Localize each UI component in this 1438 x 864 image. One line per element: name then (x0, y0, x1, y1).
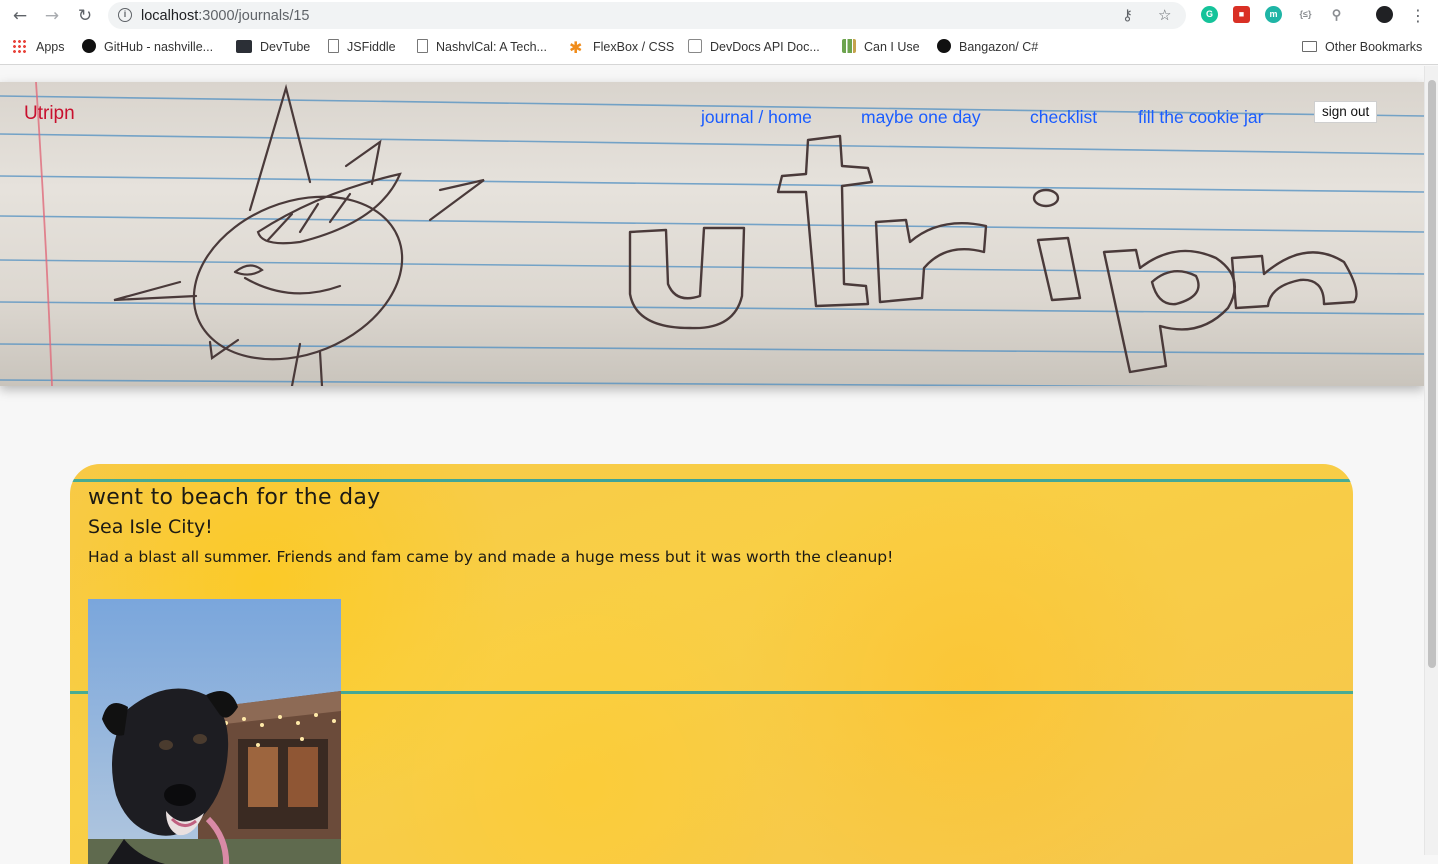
caniuse-icon (842, 39, 856, 53)
brand-logo[interactable]: Utripn (24, 103, 75, 125)
nav-checklist[interactable]: checklist (1030, 107, 1097, 128)
bookmark-devdocs[interactable]: DevDocs API Doc... (688, 39, 820, 55)
nav-journal-home[interactable]: journal / home (701, 107, 812, 128)
url-text[interactable]: localhost:3000/journals/15 (141, 8, 309, 24)
devtube-icon (236, 40, 252, 53)
asterisk-icon: ✱ (569, 38, 583, 57)
url-path: :3000/journals/15 (198, 8, 310, 24)
github-icon (937, 39, 951, 53)
menu-kebab-icon[interactable]: ⋮ (1407, 5, 1429, 27)
devdocs-icon (688, 39, 702, 53)
bookmarks-bar: Apps GitHub - nashville... DevTube JSFid… (0, 35, 1438, 59)
url-host: localhost (141, 8, 199, 24)
sign-out-button[interactable]: sign out (1314, 101, 1378, 123)
apps-grid-icon (12, 39, 26, 53)
bookmark-jsfiddle[interactable]: JSFiddle (328, 39, 396, 55)
nav-maybe-one-day[interactable]: maybe one day (861, 107, 981, 128)
bookmark-apps[interactable]: Apps (12, 39, 65, 55)
address-bar[interactable]: i localhost:3000/journals/15 ⚷ ☆ (108, 2, 1186, 29)
journal-location: Sea Isle City! (88, 516, 213, 538)
github-icon (82, 39, 96, 53)
key-icon[interactable]: ⚷ (1122, 6, 1133, 24)
card-rule-line (70, 479, 1353, 482)
journal-title: went to beach for the day (88, 485, 381, 510)
journal-entry-card: went to beach for the day Sea Isle City!… (70, 464, 1353, 864)
site-info-icon[interactable]: i (118, 8, 132, 22)
search-extension-icon[interactable]: ⚲ (1328, 6, 1345, 23)
browser-chrome: ← → ↻ i localhost:3000/journals/15 ⚷ ☆ G… (0, 0, 1438, 65)
scrollbar-thumb[interactable] (1428, 80, 1436, 668)
star-icon[interactable]: ☆ (1158, 6, 1171, 24)
browser-toolbar: ← → ↻ i localhost:3000/journals/15 ⚷ ☆ G… (0, 0, 1438, 31)
bookmark-github-nashville[interactable]: GitHub - nashville... (82, 39, 213, 55)
dog-photo-image (88, 599, 341, 864)
bookmark-other-bookmarks[interactable]: Other Bookmarks (1302, 39, 1422, 55)
reload-icon[interactable]: ↻ (74, 5, 96, 27)
red-extension-icon[interactable]: ■ (1233, 6, 1250, 23)
page-icon (328, 39, 339, 53)
grammarly-extension-icon[interactable]: G (1201, 6, 1218, 23)
header-banner: Utripn journal / home maybe one day chec… (0, 82, 1424, 386)
bookmark-nashvlcal[interactable]: NashvlCal: A Tech... (417, 39, 547, 55)
bookmark-flexbox-css[interactable]: ✱ FlexBox / CSS (569, 38, 674, 57)
bookmark-devtube[interactable]: DevTube (236, 39, 310, 55)
nav-fill-the-cookie-jar[interactable]: fill the cookie jar (1138, 107, 1263, 128)
profile-avatar[interactable] (1376, 6, 1393, 23)
journal-photo[interactable] (88, 599, 341, 864)
json-extension-icon[interactable]: {≤} (1297, 6, 1314, 23)
journal-body: Had a blast all summer. Friends and fam … (88, 548, 894, 566)
page-scrollbar[interactable] (1424, 66, 1438, 855)
back-icon[interactable]: ← (9, 5, 31, 27)
forward-icon[interactable]: → (41, 5, 63, 27)
m-extension-icon[interactable]: m (1265, 6, 1282, 23)
page-icon (417, 39, 428, 53)
folder-icon (1302, 41, 1317, 52)
bookmark-can-i-use[interactable]: Can I Use (842, 39, 920, 55)
bookmark-bangazon[interactable]: Bangazon/ C# (937, 39, 1038, 55)
